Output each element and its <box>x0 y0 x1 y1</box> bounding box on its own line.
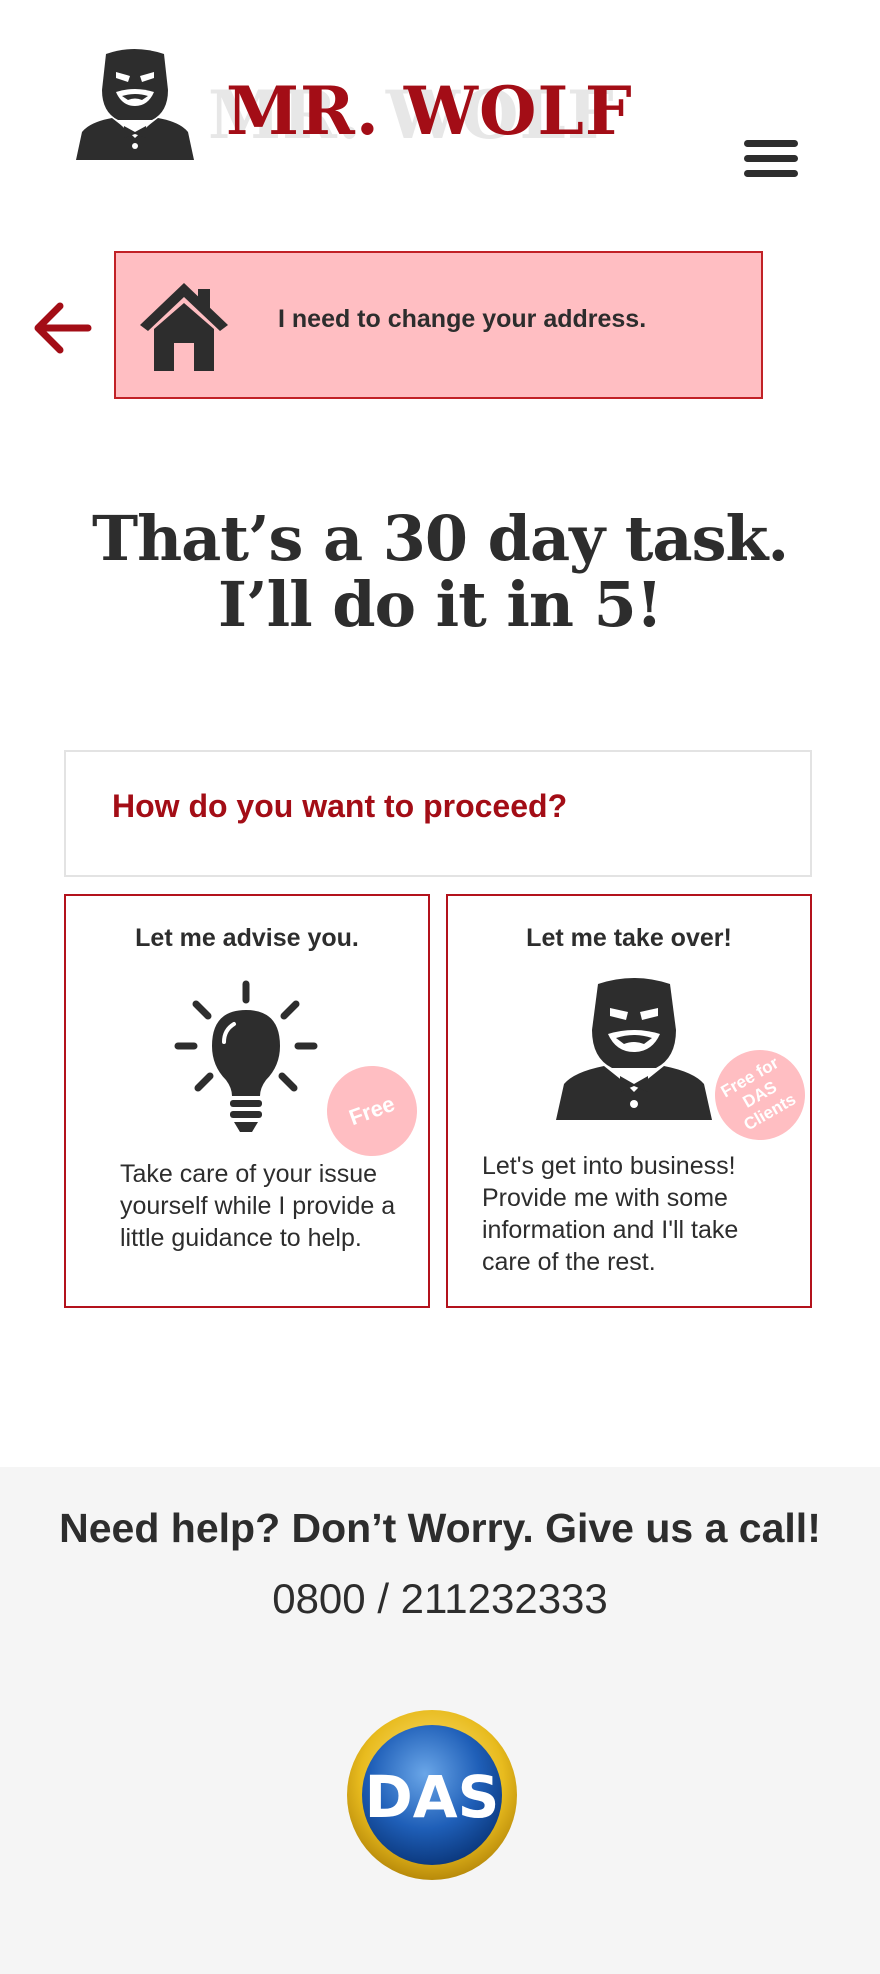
option-advise-card[interactable]: Let me advise you. Free Take care of you… <box>64 894 430 1308</box>
free-for-das-clients-badge: Free for DAS Clients <box>698 1033 822 1157</box>
hamburger-line <box>744 155 798 162</box>
proceed-question: How do you want to proceed? <box>112 788 568 824</box>
headline-line-2: I’ll do it in 5! <box>218 568 663 641</box>
das-logo-icon[interactable]: DAS <box>346 1709 518 1881</box>
option-title: Let me advise you. <box>135 924 359 952</box>
das-logo-text: DAS <box>365 1763 500 1831</box>
arrow-left-icon[interactable] <box>30 298 94 358</box>
help-phone-number[interactable]: 0800 / 211232333 <box>0 1575 880 1623</box>
help-footer: Need help? Don’t Worry. Give us a call! … <box>0 1467 880 1974</box>
task-text: I need to change your address. <box>278 305 647 333</box>
site-header: MR. WOLF MR. WOLF <box>0 0 880 200</box>
mr-wolf-logo-icon[interactable] <box>72 46 198 160</box>
free-badge: Free <box>314 1053 430 1169</box>
hamburger-line <box>744 170 798 177</box>
option-title: Let me take over! <box>526 924 732 952</box>
page-title: That’s a 30 day task. I’ll do it in 5! <box>0 506 880 638</box>
hamburger-menu-icon[interactable] <box>744 140 800 178</box>
option-description: Let's get into business! Provide me with… <box>482 1152 739 1276</box>
lightbulb-icon <box>174 980 318 1132</box>
proceed-question-box: How do you want to proceed? <box>64 750 812 877</box>
house-icon <box>140 283 228 371</box>
logo-text[interactable]: MR. WOLF <box>226 78 633 144</box>
help-title: Need help? Don’t Worry. Give us a call! <box>59 1505 821 1551</box>
mr-wolf-icon <box>556 978 712 1120</box>
hamburger-line <box>744 140 798 147</box>
option-description: Take care of your issue yourself while I… <box>120 1160 396 1252</box>
headline-line-1: That’s a 30 day task. <box>91 502 789 575</box>
option-take-over-card[interactable]: Let me take over! Free for DAS Clients L… <box>446 894 822 1308</box>
task-banner: I need to change your address. <box>114 251 763 399</box>
